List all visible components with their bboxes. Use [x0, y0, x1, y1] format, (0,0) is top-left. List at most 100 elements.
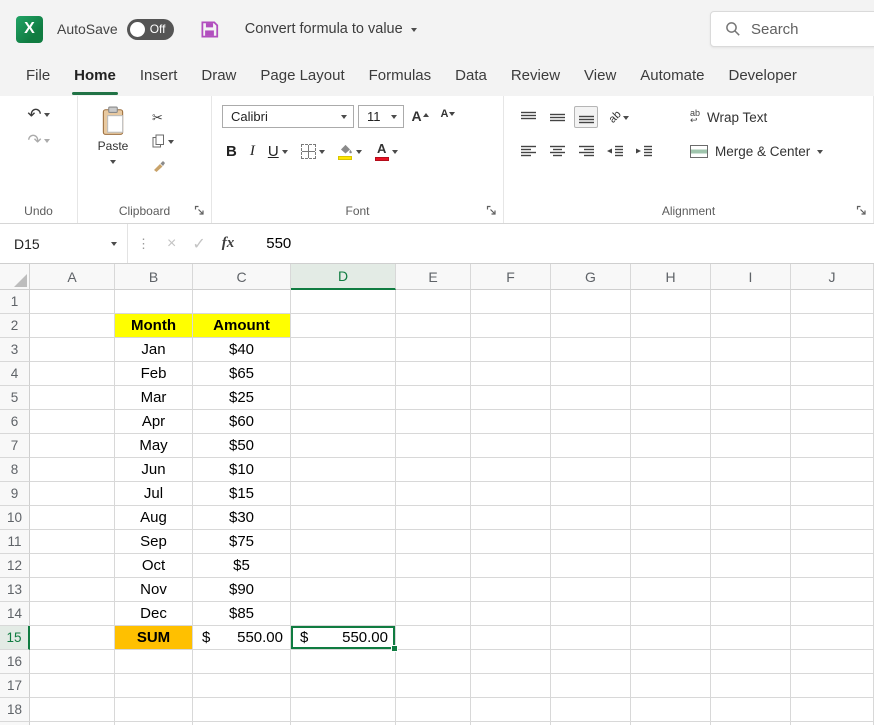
column-header-D[interactable]: D: [291, 264, 396, 290]
cell-D11[interactable]: [291, 530, 396, 554]
cell-H7[interactable]: [631, 434, 711, 458]
row-header-1[interactable]: 1: [0, 290, 30, 314]
quick-access-command[interactable]: Convert formula to value: [245, 21, 417, 37]
cell-E10[interactable]: [396, 506, 471, 530]
cell-B12[interactable]: Oct: [115, 554, 193, 578]
cell-A10[interactable]: [30, 506, 115, 530]
formula-input[interactable]: 550: [242, 235, 291, 252]
font-size-combo[interactable]: 11: [358, 105, 404, 128]
cell-F11[interactable]: [471, 530, 551, 554]
cell-D13[interactable]: [291, 578, 396, 602]
menu-tab-developer[interactable]: Developer: [717, 58, 809, 96]
merge-center-button[interactable]: Merge & Center: [690, 138, 823, 164]
increase-indent-button[interactable]: [632, 140, 656, 162]
name-box[interactable]: D15: [0, 224, 128, 263]
row-header-2[interactable]: 2: [0, 314, 30, 338]
cell-B14[interactable]: Dec: [115, 602, 193, 626]
cell-C17[interactable]: [193, 674, 291, 698]
row-header-11[interactable]: 11: [0, 530, 30, 554]
cell-G5[interactable]: [551, 386, 631, 410]
cell-B9[interactable]: Jul: [115, 482, 193, 506]
cell-D8[interactable]: [291, 458, 396, 482]
cell-H17[interactable]: [631, 674, 711, 698]
cell-I6[interactable]: [711, 410, 791, 434]
cell-E14[interactable]: [396, 602, 471, 626]
cell-H12[interactable]: [631, 554, 711, 578]
cell-E2[interactable]: [396, 314, 471, 338]
cell-A4[interactable]: [30, 362, 115, 386]
cell-C9[interactable]: $15: [193, 482, 291, 506]
cell-C4[interactable]: $65: [193, 362, 291, 386]
cell-F3[interactable]: [471, 338, 551, 362]
cell-E5[interactable]: [396, 386, 471, 410]
cell-J2[interactable]: [791, 314, 874, 338]
cell-B8[interactable]: Jun: [115, 458, 193, 482]
cell-C15[interactable]: $550.00: [193, 626, 291, 650]
cell-C8[interactable]: $10: [193, 458, 291, 482]
cell-C14[interactable]: $85: [193, 602, 291, 626]
save-button[interactable]: [200, 20, 219, 39]
cell-E6[interactable]: [396, 410, 471, 434]
row-header-13[interactable]: 13: [0, 578, 30, 602]
cell-B16[interactable]: [115, 650, 193, 674]
cell-D3[interactable]: [291, 338, 396, 362]
cell-B11[interactable]: Sep: [115, 530, 193, 554]
cell-A8[interactable]: [30, 458, 115, 482]
cell-E12[interactable]: [396, 554, 471, 578]
cell-C13[interactable]: $90: [193, 578, 291, 602]
cell-G14[interactable]: [551, 602, 631, 626]
cell-C11[interactable]: $75: [193, 530, 291, 554]
cell-D14[interactable]: [291, 602, 396, 626]
cell-I16[interactable]: [711, 650, 791, 674]
cell-I15[interactable]: [711, 626, 791, 650]
paste-button[interactable]: Paste: [84, 104, 142, 173]
cell-G17[interactable]: [551, 674, 631, 698]
cell-A7[interactable]: [30, 434, 115, 458]
cell-J8[interactable]: [791, 458, 874, 482]
cell-B17[interactable]: [115, 674, 193, 698]
row-header-4[interactable]: 4: [0, 362, 30, 386]
menu-tab-draw[interactable]: Draw: [189, 58, 248, 96]
cell-C10[interactable]: $30: [193, 506, 291, 530]
cell-G8[interactable]: [551, 458, 631, 482]
cell-F18[interactable]: [471, 698, 551, 722]
cell-F5[interactable]: [471, 386, 551, 410]
cell-E1[interactable]: [396, 290, 471, 314]
fill-handle[interactable]: [391, 645, 398, 652]
row-header-14[interactable]: 14: [0, 602, 30, 626]
redo-button[interactable]: ↷: [27, 132, 49, 149]
cell-H13[interactable]: [631, 578, 711, 602]
cell-B3[interactable]: Jan: [115, 338, 193, 362]
cell-B10[interactable]: Aug: [115, 506, 193, 530]
cell-C3[interactable]: $40: [193, 338, 291, 362]
dialog-launcher-icon[interactable]: [486, 205, 497, 216]
cell-I2[interactable]: [711, 314, 791, 338]
cell-D5[interactable]: [291, 386, 396, 410]
cell-I4[interactable]: [711, 362, 791, 386]
cell-D10[interactable]: [291, 506, 396, 530]
cell-J16[interactable]: [791, 650, 874, 674]
menu-tab-insert[interactable]: Insert: [128, 58, 190, 96]
cell-H16[interactable]: [631, 650, 711, 674]
menu-tab-automate[interactable]: Automate: [628, 58, 716, 96]
cell-G7[interactable]: [551, 434, 631, 458]
insert-function-button[interactable]: fx: [214, 235, 243, 252]
cell-A12[interactable]: [30, 554, 115, 578]
row-header-18[interactable]: 18: [0, 698, 30, 722]
cell-F1[interactable]: [471, 290, 551, 314]
undo-button[interactable]: ↶: [27, 106, 49, 123]
row-header-9[interactable]: 9: [0, 482, 30, 506]
cell-F4[interactable]: [471, 362, 551, 386]
cell-I7[interactable]: [711, 434, 791, 458]
cell-C6[interactable]: $60: [193, 410, 291, 434]
cell-D17[interactable]: [291, 674, 396, 698]
cell-E4[interactable]: [396, 362, 471, 386]
cell-C7[interactable]: $50: [193, 434, 291, 458]
cell-F15[interactable]: [471, 626, 551, 650]
cell-H2[interactable]: [631, 314, 711, 338]
cell-A2[interactable]: [30, 314, 115, 338]
copy-button[interactable]: [152, 133, 174, 149]
cell-F10[interactable]: [471, 506, 551, 530]
cell-I11[interactable]: [711, 530, 791, 554]
column-header-F[interactable]: F: [471, 264, 551, 290]
